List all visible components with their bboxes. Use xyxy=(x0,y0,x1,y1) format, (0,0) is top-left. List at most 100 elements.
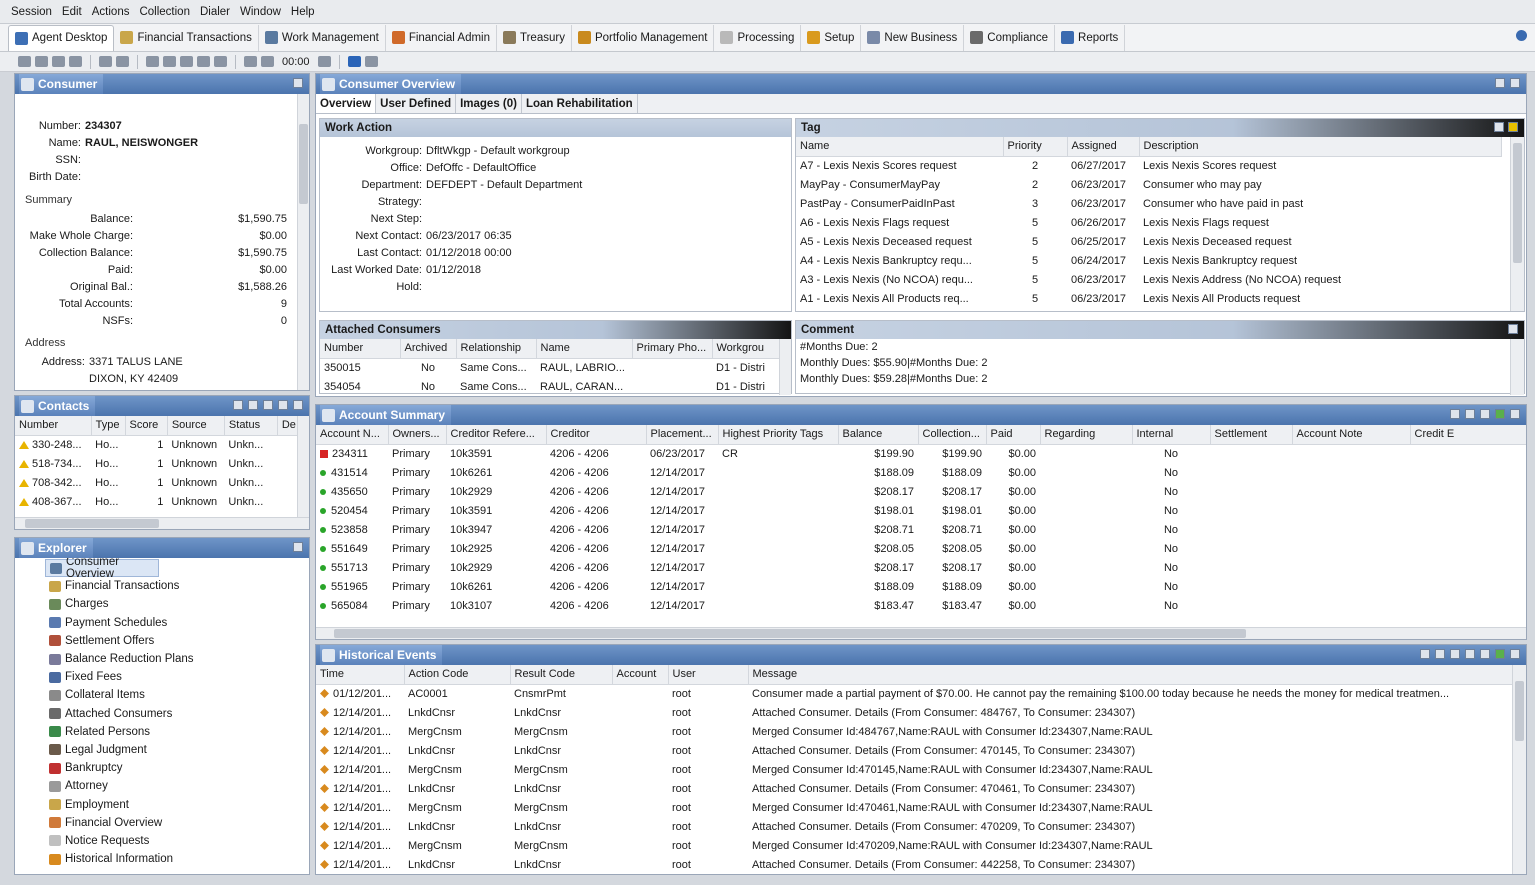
explorer-item-employment[interactable]: Employment xyxy=(15,795,309,813)
doc5-icon[interactable] xyxy=(214,56,227,67)
column-header[interactable]: Type xyxy=(91,416,126,436)
module-tab-portfolio-management[interactable]: Portfolio Management xyxy=(572,24,715,51)
explorer-item-financial-overview[interactable]: Financial Overview xyxy=(15,814,309,832)
column-header[interactable]: De xyxy=(277,416,300,436)
link-icon[interactable] xyxy=(99,56,112,67)
minimize-icon[interactable] xyxy=(1510,409,1520,419)
contact-add-icon[interactable] xyxy=(248,400,258,410)
table-row[interactable]: 12/14/201... LnkdCnsr LnkdCnsr root Attached… xyxy=(316,741,1512,760)
table-row[interactable]: 234311 Primary 10k3591 4206 - 4206 06/23/201… xyxy=(316,444,1526,463)
table-row[interactable]: A3 - Lexis Nexis (No NCOA) requ... 5 06/23… xyxy=(796,270,1501,289)
explorer-item-payment-schedules[interactable]: Payment Schedules xyxy=(15,614,309,632)
table-row[interactable]: A5 - Lexis Nexis Deceased request 5 06/25/… xyxy=(796,232,1501,251)
transfer-icon[interactable] xyxy=(116,56,129,67)
explorer-item-notice-requests[interactable]: Notice Requests xyxy=(15,832,309,850)
tag-edit-icon[interactable] xyxy=(1494,122,1504,132)
contact-edit-icon[interactable] xyxy=(263,400,273,410)
column-header[interactable]: Settlement xyxy=(1210,425,1293,445)
comment-scrollbar[interactable] xyxy=(1510,339,1524,395)
column-header[interactable]: Priority xyxy=(1003,137,1068,157)
column-header[interactable]: Collection... xyxy=(918,425,987,445)
module-tab-treasury[interactable]: Treasury xyxy=(497,24,572,51)
explorer-item-financial-transactions[interactable]: Financial Transactions xyxy=(15,577,309,595)
table-row[interactable]: 551649 Primary 10k2925 4206 - 4206 12/14/201… xyxy=(316,539,1526,558)
column-header[interactable]: Highest Priority Tags xyxy=(718,425,839,445)
table-row[interactable]: 518-734... Ho... 1 Unknown Unkn... xyxy=(15,454,299,473)
column-header[interactable]: Number xyxy=(15,416,92,436)
module-tab-new-business[interactable]: New Business xyxy=(861,24,965,51)
column-header[interactable]: Creditor xyxy=(546,425,647,445)
refresh-icon[interactable] xyxy=(1495,409,1505,419)
table-row[interactable]: 565084 Primary 10k3107 4206 - 4206 12/14/201… xyxy=(316,596,1526,615)
table-row[interactable]: 12/14/201... MergCnsm MergCnsm root Merged C… xyxy=(316,798,1512,817)
table-row[interactable]: A4 - Lexis Nexis Bankruptcy requ... 5 06/2… xyxy=(796,251,1501,270)
comment-edit-icon[interactable] xyxy=(1508,324,1518,334)
table-row[interactable]: 12/14/201... LnkdCnsr LnkdCnsr root Attached… xyxy=(316,817,1512,836)
column-header[interactable]: Time xyxy=(316,665,405,685)
module-tab-financial-admin[interactable]: Financial Admin xyxy=(386,24,497,51)
layout-icon[interactable] xyxy=(1495,78,1505,88)
explorer-item-settlement-offers[interactable]: Settlement Offers xyxy=(15,632,309,650)
explorer-item-consumer-overview[interactable]: Consumer Overview xyxy=(45,556,159,580)
table-row[interactable]: 408-367... Ho... 1 Unknown Unkn... xyxy=(15,492,299,511)
table-row[interactable]: 551965 Primary 10k6261 4206 - 4206 12/14/201… xyxy=(316,577,1526,596)
explorer-item-fixed-fees[interactable]: Fixed Fees xyxy=(15,668,309,686)
menu-actions[interactable]: Actions xyxy=(87,6,135,18)
tab-overview[interactable]: Overview xyxy=(316,94,377,113)
doc3-icon[interactable] xyxy=(180,56,193,67)
column-header[interactable]: Number xyxy=(320,339,401,359)
table-row[interactable]: 435650 Primary 10k2929 4206 - 4206 12/14/201… xyxy=(316,482,1526,501)
column-header[interactable]: Assigned xyxy=(1067,137,1140,157)
table-row[interactable]: 12/14/201... MergCnsm MergCnsm root Merged C… xyxy=(316,760,1512,779)
table-row[interactable]: 12/14/201... LnkdCnsr LnkdCnsr root Attached… xyxy=(316,703,1512,722)
table-row[interactable]: PastPay - ConsumerPaidInPast 3 06/23/2017 C… xyxy=(796,194,1501,213)
column-header[interactable]: Archived xyxy=(400,339,457,359)
table-row[interactable]: 12/14/201... MergCnsm MergCnsm root Merged C… xyxy=(316,836,1512,855)
minimize-icon[interactable] xyxy=(293,78,303,88)
table-row[interactable]: 520454 Primary 10k3591 4206 - 4206 12/14/201… xyxy=(316,501,1526,520)
explorer-item-collateral-items[interactable]: Collateral Items xyxy=(15,686,309,704)
minimize-icon[interactable] xyxy=(1510,78,1520,88)
contact-tool-icon[interactable] xyxy=(233,400,243,410)
dial-icon[interactable] xyxy=(244,56,257,67)
column-header[interactable]: Account xyxy=(612,665,669,685)
phone-icon[interactable] xyxy=(1465,649,1475,659)
menu-help[interactable]: Help xyxy=(286,6,320,18)
table-row[interactable]: A6 - Lexis Nexis Flags request 5 06/26/201… xyxy=(796,213,1501,232)
column-header[interactable]: Balance xyxy=(838,425,919,445)
explorer-item-legal-judgment[interactable]: Legal Judgment xyxy=(15,741,309,759)
module-tab-setup[interactable]: Setup xyxy=(801,24,862,51)
contacts-hscroll[interactable] xyxy=(15,517,309,529)
column-header[interactable]: Account Note xyxy=(1292,425,1411,445)
column-header[interactable]: Status xyxy=(224,416,278,436)
column-header[interactable]: Credit E xyxy=(1410,425,1526,445)
consumer-scrollbar[interactable] xyxy=(297,94,309,390)
column-header[interactable]: Regarding xyxy=(1040,425,1133,445)
column-header[interactable]: Internal xyxy=(1132,425,1211,445)
globe-icon[interactable] xyxy=(347,56,361,67)
minimize-icon[interactable] xyxy=(293,400,303,410)
table-row[interactable]: 330-248... Ho... 1 Unknown Unkn... xyxy=(15,435,299,454)
action-icon[interactable] xyxy=(1435,649,1445,659)
refresh-icon[interactable] xyxy=(69,56,82,67)
tab-user-defined[interactable]: User Defined xyxy=(376,94,457,113)
table-row[interactable]: 12/14/201... LnkdCnsr LnkdCnsr root Attached… xyxy=(316,779,1512,798)
history-scrollbar[interactable] xyxy=(1512,665,1526,874)
column-header[interactable]: Placement... xyxy=(646,425,719,445)
column-header[interactable]: Score xyxy=(125,416,168,436)
module-tab-agent-desktop[interactable]: Agent Desktop xyxy=(8,24,115,51)
column-header[interactable]: Workgrou xyxy=(712,339,781,359)
explorer-item-balance-reduction-plans[interactable]: Balance Reduction Plans xyxy=(15,650,309,668)
help-icon[interactable] xyxy=(1516,30,1527,41)
contact-delete-icon[interactable] xyxy=(278,400,288,410)
filter-icon[interactable] xyxy=(1450,649,1460,659)
binoculars-icon[interactable] xyxy=(18,56,31,67)
column-header[interactable]: Relationship xyxy=(456,339,537,359)
minimize-icon[interactable] xyxy=(293,542,303,552)
menu-edit[interactable]: Edit xyxy=(57,6,87,18)
tab-images-0-[interactable]: Images (0) xyxy=(456,94,522,113)
table-row[interactable]: 12/14/201... MergCnsm MergCnsm root Merged C… xyxy=(316,722,1512,741)
menu-collection[interactable]: Collection xyxy=(134,6,195,18)
screen-icon[interactable] xyxy=(364,56,378,67)
tag-add-icon[interactable] xyxy=(1508,122,1518,132)
